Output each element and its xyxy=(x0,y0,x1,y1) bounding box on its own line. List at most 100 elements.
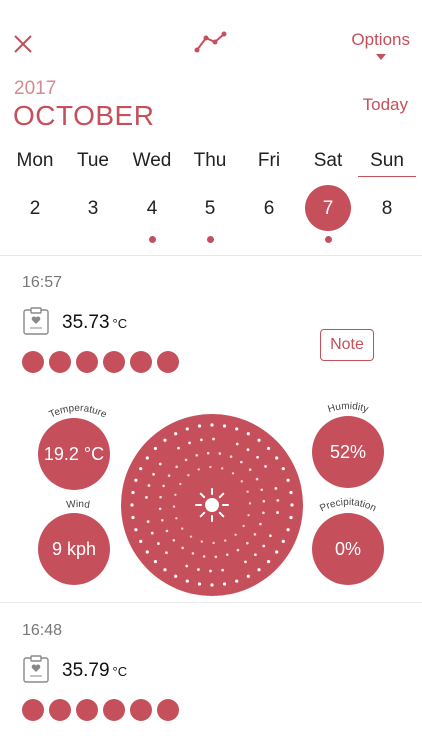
dial-dot xyxy=(172,539,176,542)
options-button[interactable]: Options xyxy=(351,30,410,60)
dial-dot xyxy=(276,511,279,514)
dial-dot xyxy=(218,452,222,455)
entry-indicator-dot xyxy=(149,236,156,243)
dial-dot xyxy=(214,555,218,559)
options-label: Options xyxy=(351,30,410,49)
dial-dot xyxy=(145,456,149,460)
dial-dot xyxy=(158,507,162,511)
dial-dot xyxy=(286,528,290,532)
dial-dot xyxy=(260,488,264,492)
dial-dot xyxy=(167,474,171,477)
dial-dot xyxy=(257,438,261,442)
dial-dot xyxy=(150,531,154,535)
dial-dot xyxy=(235,579,239,583)
weekday-mon: Mon xyxy=(16,150,54,171)
dial-dot xyxy=(246,574,250,578)
dial-dot xyxy=(275,550,279,554)
day-cell[interactable]: 8 xyxy=(358,198,416,220)
rating-dot xyxy=(49,351,71,373)
dial-dot xyxy=(236,548,240,552)
entry-time: 16:48 xyxy=(22,622,63,639)
temperature-value: 35.79 xyxy=(62,660,110,681)
temperature-unit: °C xyxy=(112,664,128,679)
dial-dot xyxy=(247,513,250,517)
day-cell[interactable]: 3 xyxy=(64,198,122,220)
dial-dot xyxy=(191,552,195,555)
dial-dot xyxy=(172,505,176,508)
wind-circle: 9 kph xyxy=(38,513,110,585)
note-button[interactable]: Note xyxy=(320,329,374,361)
chevron-down-icon xyxy=(375,54,386,60)
dial-dot xyxy=(185,427,189,431)
day-cell-selected[interactable]: 7 xyxy=(299,198,357,220)
dial-dot xyxy=(157,542,160,545)
line-graph-icon[interactable] xyxy=(193,30,229,54)
clipboard-heart-icon xyxy=(23,307,49,335)
weather-dial xyxy=(121,414,303,596)
entry-indicator-dot xyxy=(325,236,332,243)
dial-dot xyxy=(222,424,227,428)
close-icon[interactable] xyxy=(12,33,34,55)
today-button[interactable]: Today xyxy=(363,95,408,115)
dial-dot xyxy=(131,515,135,520)
temperature-circle: 19.2 °C xyxy=(38,418,110,490)
dial-dot xyxy=(159,495,162,499)
dial-dot xyxy=(210,423,214,427)
dial-dot xyxy=(206,451,210,455)
dial-dot xyxy=(200,540,204,543)
dial-dot xyxy=(197,582,202,586)
dial-dot xyxy=(248,468,252,471)
dial-dot xyxy=(187,474,190,477)
humidity-circle: 52% xyxy=(312,416,384,488)
dial-dot xyxy=(276,499,280,502)
dial-dot xyxy=(248,502,252,505)
rating-dot xyxy=(22,699,44,721)
weekday-sat: Sat xyxy=(313,150,343,171)
dial-dot xyxy=(165,529,169,533)
dial-dot xyxy=(175,465,178,469)
dial-dot xyxy=(174,432,178,436)
dial-dot xyxy=(189,535,193,538)
day-cell[interactable]: 6 xyxy=(240,198,298,220)
dial-dot xyxy=(244,560,247,564)
dial-dot xyxy=(188,441,191,445)
year-label: 2017 xyxy=(14,78,57,99)
rating-dots xyxy=(22,699,179,723)
dial-dot xyxy=(196,568,200,571)
weekday-fri: Fri xyxy=(257,150,281,171)
dial-dot xyxy=(255,477,259,481)
dial-dot xyxy=(174,574,178,578)
dial-dot xyxy=(131,490,135,495)
dial-dot xyxy=(179,482,182,486)
dial-dot xyxy=(212,541,215,545)
dial-dot xyxy=(221,568,225,572)
rating-dot xyxy=(103,351,125,373)
divider xyxy=(0,602,422,603)
temperature-value: 35.73 xyxy=(62,312,110,333)
dial-dot xyxy=(257,568,261,572)
weekday-wed: Wed xyxy=(132,150,172,171)
dial-dot xyxy=(253,553,257,557)
dial-dot xyxy=(229,455,233,458)
rating-dot xyxy=(130,699,152,721)
rating-dot xyxy=(103,699,125,721)
day-cell[interactable]: 5 xyxy=(181,198,239,220)
dial-dot xyxy=(234,533,237,536)
svg-text:Precipitation: Precipitation xyxy=(318,497,378,514)
dial-dot xyxy=(185,579,189,583)
rating-dot xyxy=(22,351,44,373)
svg-text:Humidity: Humidity xyxy=(327,401,370,415)
dial-dot xyxy=(145,550,149,554)
dial-dot xyxy=(153,446,158,451)
day-cell[interactable]: 4 xyxy=(123,198,181,220)
dial-dot xyxy=(197,468,200,471)
rating-dot xyxy=(157,699,179,721)
temperature-unit: °C xyxy=(112,316,128,331)
dial-dot xyxy=(281,467,285,471)
dial-dot xyxy=(134,478,138,482)
day-cell[interactable]: 2 xyxy=(6,198,64,220)
rating-dot xyxy=(76,351,98,373)
dial-dot xyxy=(199,438,203,442)
dial-dot xyxy=(197,424,202,428)
dial-dot xyxy=(152,472,156,476)
